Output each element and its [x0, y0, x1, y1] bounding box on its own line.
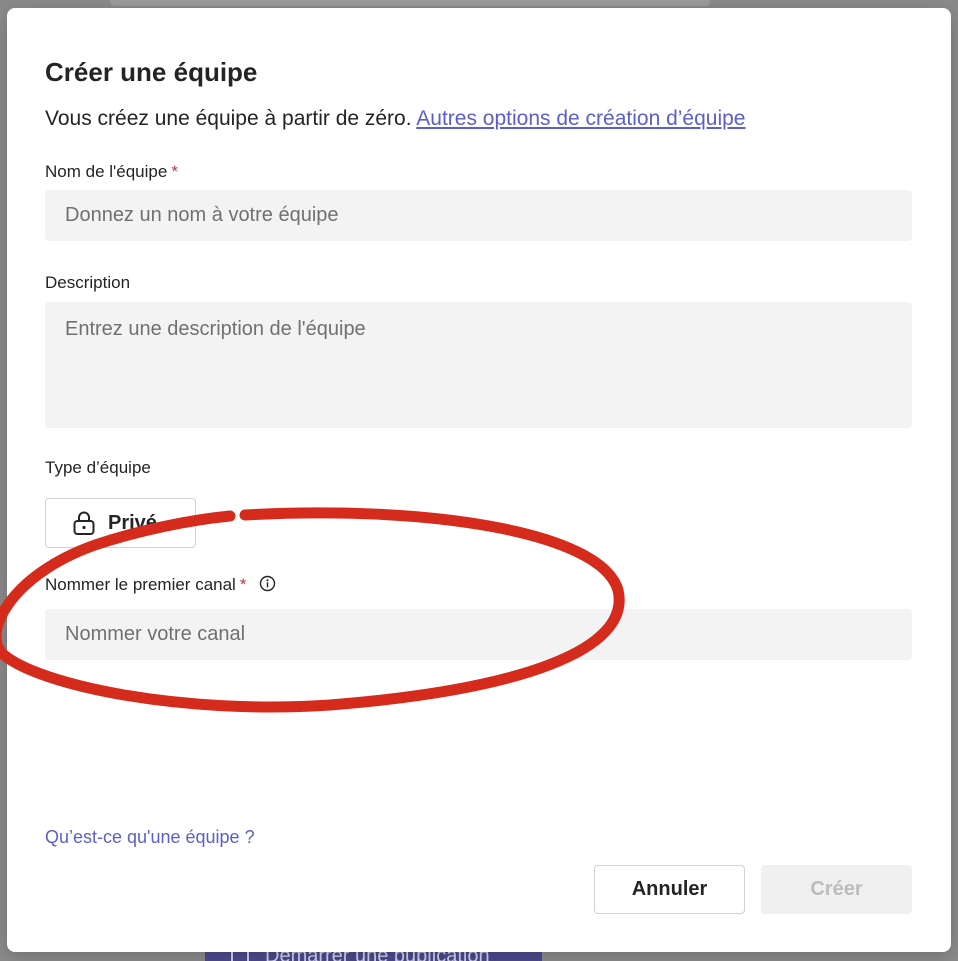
- description-textarea[interactable]: [45, 302, 912, 428]
- required-asterisk: *: [171, 162, 178, 181]
- lock-icon: [73, 511, 95, 535]
- first-channel-input[interactable]: [45, 609, 912, 660]
- other-options-link[interactable]: Autres options de création d’équipe: [416, 107, 745, 130]
- create-team-dialog: Créer une équipe Vous créez une équipe à…: [7, 8, 951, 952]
- first-channel-label: Nommer le premier canal *: [45, 574, 276, 596]
- first-channel-label-text: Nommer le premier canal: [45, 575, 236, 594]
- team-name-label: Nom de l'équipe *: [45, 161, 178, 183]
- what-is-team-link[interactable]: Qu’est-ce qu'une équipe ?: [45, 827, 255, 848]
- team-type-value: Privé: [108, 511, 157, 534]
- background-bar: [110, 0, 710, 6]
- cancel-button[interactable]: Annuler: [594, 865, 745, 914]
- create-button[interactable]: Créer: [761, 865, 912, 914]
- dialog-title: Créer une équipe: [45, 57, 258, 87]
- info-icon[interactable]: [259, 575, 276, 592]
- team-type-label: Type d’équipe: [45, 458, 151, 477]
- team-name-label-text: Nom de l'équipe: [45, 162, 168, 181]
- required-asterisk: *: [239, 575, 247, 594]
- team-type-button[interactable]: Privé: [45, 498, 196, 548]
- team-name-input[interactable]: [45, 190, 912, 241]
- subtitle-text: Vous créez une équipe à partir de zéro.: [45, 107, 412, 130]
- dialog-subtitle: Vous créez une équipe à partir de zéro. …: [45, 106, 746, 132]
- description-label: Description: [45, 273, 131, 292]
